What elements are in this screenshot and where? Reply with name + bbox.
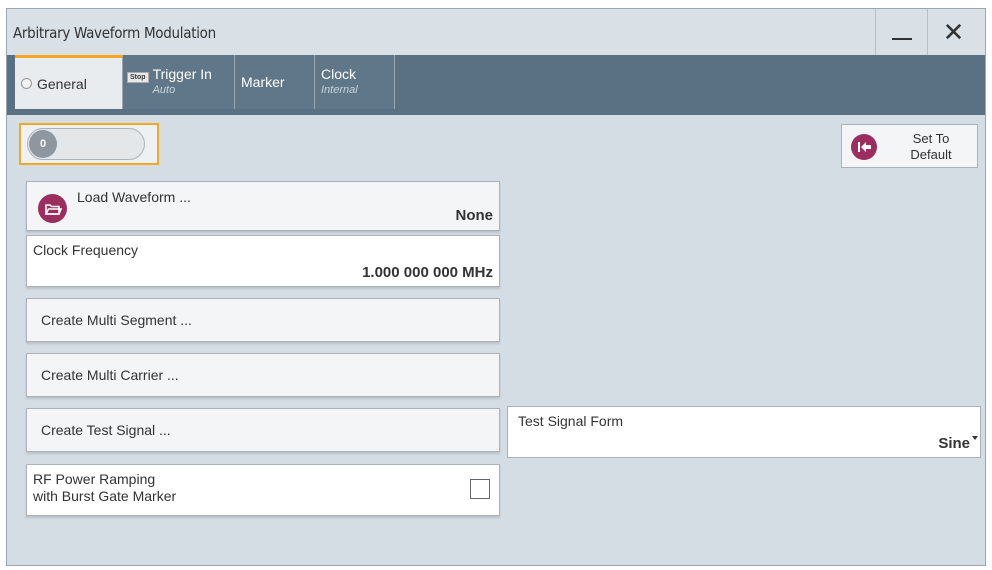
tab-bar: General Stop Trigger In Auto Marker Cloc…	[7, 55, 985, 115]
rf-power-ramping-checkbox[interactable]	[470, 479, 490, 499]
create-test-signal-button[interactable]: Create Test Signal ...	[26, 408, 500, 452]
clock-frequency-field[interactable]: Clock Frequency 1.000 000 000 MHz	[26, 235, 500, 287]
minimize-icon	[891, 38, 912, 40]
set-to-default-line2: Default	[910, 147, 952, 162]
rf-power-ramping-line2: with Burst Gate Marker	[33, 488, 177, 504]
tab-marker-label: Marker	[241, 74, 285, 90]
dialog-window: Arbitrary Waveform Modulation ✕ General …	[6, 8, 986, 566]
tab-clock-source: Internal	[321, 83, 358, 96]
create-multi-segment-button[interactable]: Create Multi Segment ...	[26, 298, 500, 342]
create-multi-segment-label: Create Multi Segment ...	[41, 312, 192, 328]
close-button[interactable]: ✕	[927, 9, 979, 55]
clock-frequency-label: Clock Frequency	[33, 242, 139, 258]
dropdown-arrow-icon	[972, 436, 978, 440]
test-signal-form-value: Sine	[938, 435, 970, 452]
tab-marker[interactable]: Marker	[235, 55, 315, 109]
set-to-default-line1: Set To	[912, 131, 950, 146]
state-toggle-focus: 0	[19, 123, 159, 165]
create-multi-carrier-label: Create Multi Carrier ...	[41, 367, 179, 383]
clock-frequency-value: 1.000 000 000 MHz	[362, 264, 493, 281]
load-waveform-button[interactable]: Load Waveform ... None	[26, 181, 500, 231]
load-waveform-label: Load Waveform ...	[77, 189, 191, 205]
tab-trigger-in[interactable]: Stop Trigger In Auto	[123, 55, 235, 109]
toggle-knob: 0	[29, 130, 57, 158]
state-toggle[interactable]: 0	[27, 128, 145, 160]
load-waveform-value: None	[455, 207, 494, 224]
minimize-button[interactable]	[875, 9, 927, 55]
folder-icon	[38, 194, 67, 223]
rf-power-ramping-field: RF Power Ramping with Burst Gate Marker	[26, 464, 500, 516]
rf-power-ramping-label: RF Power Ramping with Burst Gate Marker	[33, 471, 176, 505]
tab-clock[interactable]: Clock Internal	[315, 55, 395, 109]
reset-arrow-icon	[851, 134, 877, 160]
set-to-default-button[interactable]: Set To Default	[841, 124, 978, 168]
tab-general-label: General	[37, 75, 87, 92]
title-bar: Arbitrary Waveform Modulation ✕	[7, 9, 985, 56]
tab-general[interactable]: General	[15, 55, 123, 109]
tab-trigger-in-label: Trigger In	[152, 65, 212, 82]
set-to-default-label: Set To Default	[886, 131, 976, 163]
tab-clock-label: Clock	[321, 65, 357, 82]
status-led-icon	[21, 78, 32, 89]
create-test-signal-label: Create Test Signal ...	[41, 422, 171, 438]
create-multi-carrier-button[interactable]: Create Multi Carrier ...	[26, 353, 500, 397]
general-panel: 0 Set To Default Load Waveform ... None …	[7, 115, 985, 565]
window-title: Arbitrary Waveform Modulation	[13, 24, 216, 42]
rf-power-ramping-line1: RF Power Ramping	[33, 471, 156, 487]
tab-trigger-in-mode: Auto	[152, 83, 176, 96]
close-icon: ✕	[942, 17, 965, 47]
test-signal-form-label: Test Signal Form	[518, 413, 624, 429]
test-signal-form-select[interactable]: Test Signal Form Sine	[507, 406, 981, 458]
stop-badge: Stop	[127, 71, 149, 83]
